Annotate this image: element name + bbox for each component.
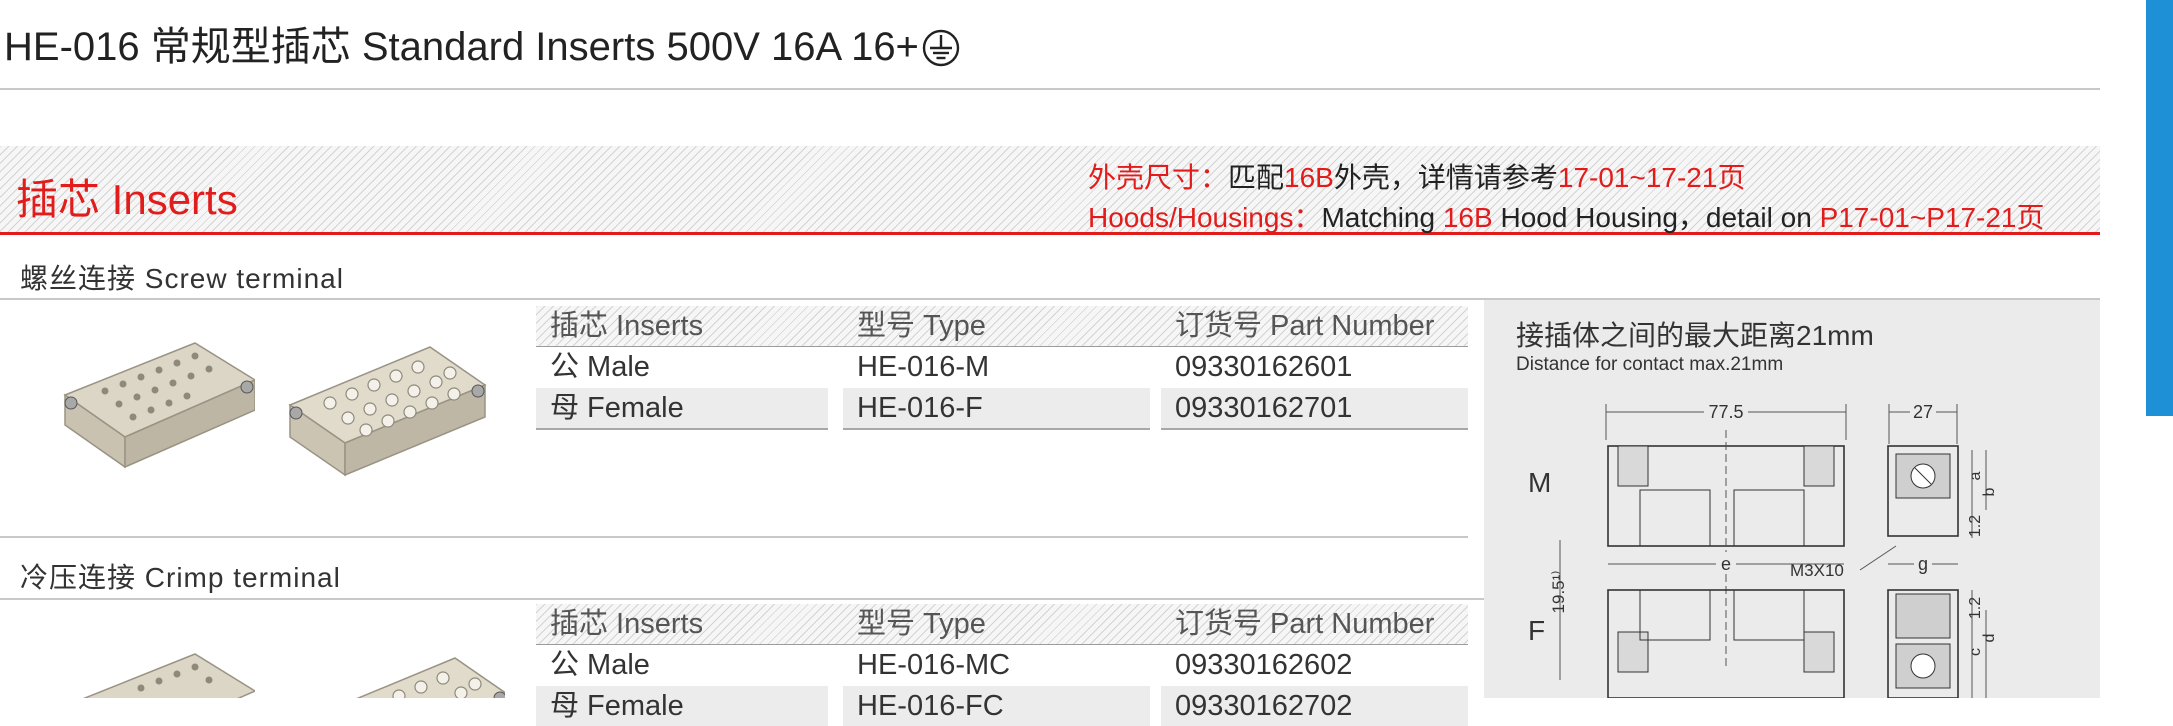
hoods-cn-model: 16B xyxy=(1284,162,1334,193)
dim-19-5: 19.5¹⁾ xyxy=(1549,571,1568,614)
crimp-terminal-label: 冷压连接 Crimp terminal xyxy=(20,562,341,593)
dim-g: g xyxy=(1918,554,1928,574)
hoods-cn-label: 外壳尺寸： xyxy=(1088,162,1229,193)
page-title: HE-016 常规型插芯 Standard Inserts 500V 16A 1… xyxy=(4,14,961,78)
hoods-cn-pages: 17-01~17-21 xyxy=(1557,162,1718,193)
crimp-label-divider xyxy=(0,598,1484,600)
hoods-en-text1: Matching xyxy=(1321,202,1443,233)
screw-header-part-number: 订货号 Part Number xyxy=(1175,310,1435,342)
crimp-row-female-insert: 母 Female xyxy=(550,690,684,722)
female-insert-photo xyxy=(280,325,490,490)
crimp-header-type: 型号 Type xyxy=(857,608,986,640)
crimp-female-insert-photo xyxy=(305,636,512,726)
label-m3x10: M3X10 xyxy=(1790,561,1844,580)
dimension-drawing: 77.5 27 M e 19.5¹⁾ a b 1.2 g M3X10 F 1.2… xyxy=(1528,400,1998,698)
dim-a: a xyxy=(1967,471,1984,480)
crimp-header-inserts: 插芯 Inserts xyxy=(550,608,704,640)
title-divider xyxy=(0,88,2100,90)
hoods-en-text2: Hood Housing，detail on xyxy=(1492,202,1820,233)
crimp-row-female-type: HE-016-FC xyxy=(857,690,1004,722)
crimp-row-male-insert: 公 Male xyxy=(550,649,650,681)
dim-1-2-bottom: 1.2 xyxy=(1967,597,1984,619)
diagram-title: 接插体之间的最大距离21mm xyxy=(1516,320,1874,351)
screw-header-inserts: 插芯 Inserts xyxy=(550,310,704,342)
crimp-male-insert-photo xyxy=(55,636,257,726)
crimp-section-divider xyxy=(0,536,1468,538)
dim-c: c xyxy=(1967,648,1984,656)
screw-row-female-type: HE-016-F xyxy=(857,392,983,424)
crimp-row-male-type: HE-016-MC xyxy=(857,649,1011,681)
page-title-text: HE-016 常规型插芯 Standard Inserts 500V 16A 1… xyxy=(4,25,919,69)
screw-table-bottom-1 xyxy=(536,428,828,430)
section-side-tab xyxy=(2146,0,2173,416)
dim-1-2-top: 1.2 xyxy=(1967,515,1984,537)
hoods-en-label: Hoods/Housings： xyxy=(1088,202,1322,233)
inserts-heading: 插芯 Inserts xyxy=(16,176,238,223)
crimp-row-male-part: 09330162602 xyxy=(1175,649,1353,681)
screw-row-male-part: 09330162601 xyxy=(1175,351,1353,383)
hoods-note-cn: 外壳尺寸：匹配16B外壳，详情请参考17-01~17-21页 xyxy=(1088,156,1745,196)
screw-row-female-insert: 母 Female xyxy=(550,392,684,424)
hoods-cn-text2: 外壳，详情请参考 xyxy=(1333,162,1558,193)
crimp-header-part-number: 订货号 Part Number xyxy=(1175,608,1435,640)
screw-header-type: 型号 Type xyxy=(857,310,986,342)
hoods-cn-text1: 匹配 xyxy=(1228,162,1285,193)
hoods-en-pages: P17-01~P17-21 xyxy=(1819,202,2017,233)
dim-d: d xyxy=(1981,634,1998,643)
screw-row-female-part: 09330162701 xyxy=(1175,392,1353,424)
diagram-subtitle: Distance for contact max.21mm xyxy=(1516,354,1784,375)
dim-e: e xyxy=(1721,554,1731,574)
label-m: M xyxy=(1528,467,1551,498)
screw-table-bottom-3 xyxy=(1161,428,1468,430)
hoods-cn-text3: 页 xyxy=(1717,162,1746,193)
dim-b: b xyxy=(1981,487,1998,496)
hoods-note-en: Hoods/Housings：Matching 16B Hood Housing… xyxy=(1088,196,2045,236)
label-f: F xyxy=(1528,615,1545,646)
hoods-en-text3: 页 xyxy=(2016,202,2045,233)
protective-earth-icon xyxy=(921,28,961,78)
screw-table-bottom-2 xyxy=(843,428,1150,430)
crimp-row-female-part: 09330162702 xyxy=(1175,690,1353,722)
hoods-en-model: 16B xyxy=(1442,202,1493,233)
screw-terminal-label: 螺丝连接 Screw terminal xyxy=(20,263,344,294)
screw-row-male-insert: 公 Male xyxy=(550,351,650,383)
dim-27: 27 xyxy=(1913,402,1933,422)
dim-77-5: 77.5 xyxy=(1708,402,1743,422)
screw-row-male-type: HE-016-M xyxy=(857,351,990,383)
male-insert-photo xyxy=(55,325,257,485)
